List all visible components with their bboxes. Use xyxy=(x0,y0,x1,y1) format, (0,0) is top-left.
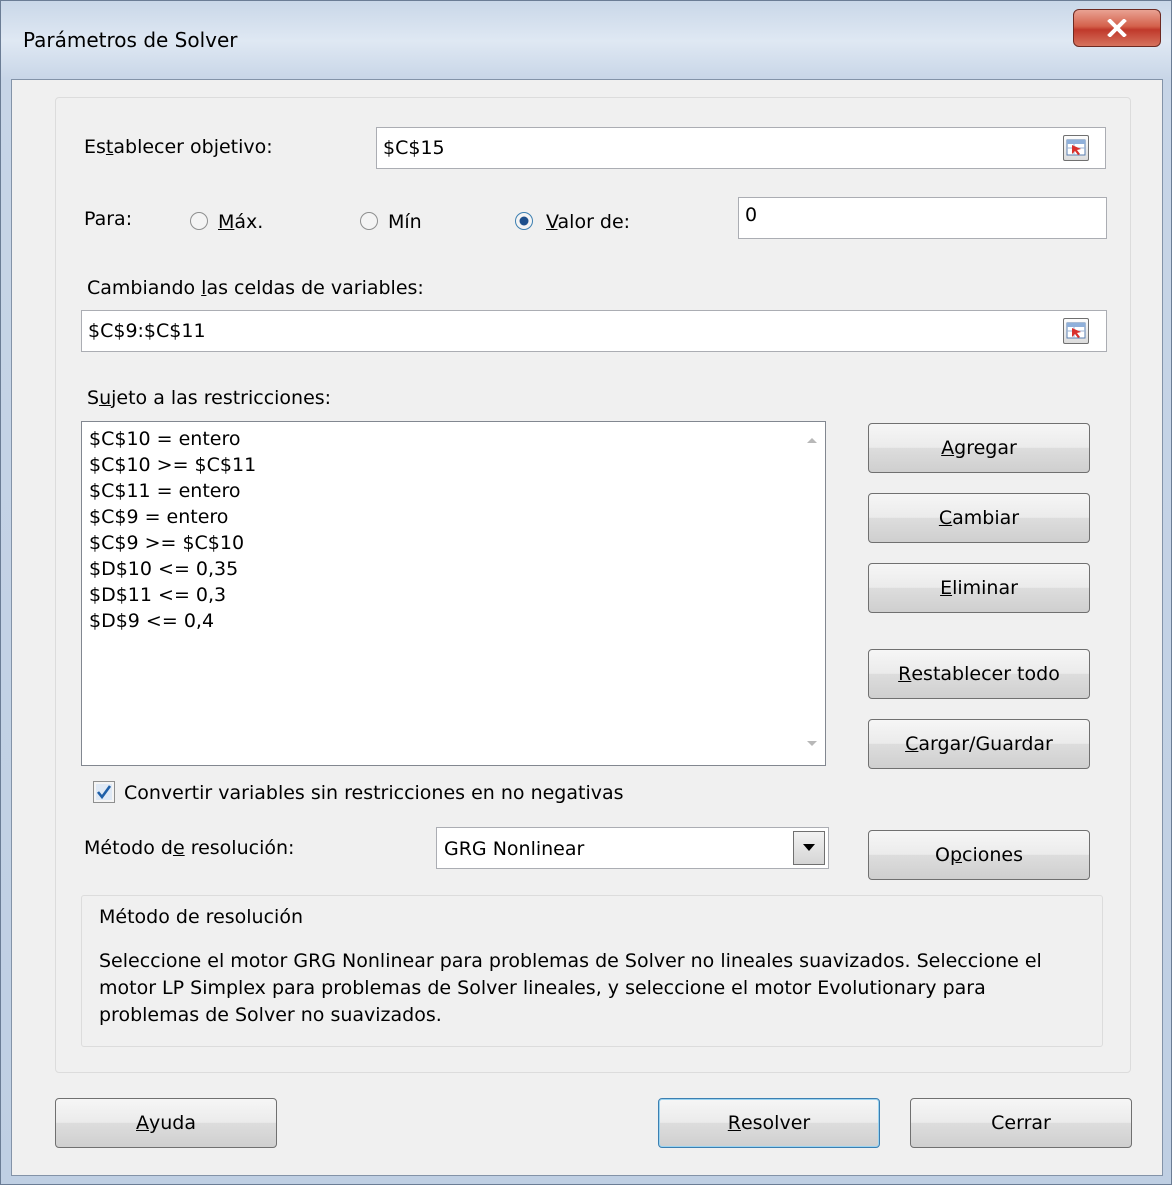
change-button-label: ambiar xyxy=(952,507,1020,529)
close-button[interactable]: Cerrar xyxy=(910,1098,1132,1148)
delete-button-key: E xyxy=(940,577,953,599)
list-item[interactable]: $C$9 >= $C$10 xyxy=(89,532,244,554)
objective-label: Establecer objetivo: xyxy=(84,136,273,158)
constraints-label: Sujeto a las restricciones: xyxy=(87,387,332,409)
delete-button-label: liminar xyxy=(952,577,1018,599)
radio-max[interactable] xyxy=(189,211,209,231)
constraints-listbox[interactable]: $C$10 = entero $C$10 >= $C$11 $C$11 = en… xyxy=(81,421,826,766)
solve-button-label: esolver xyxy=(740,1112,811,1134)
radio-min[interactable] xyxy=(359,211,379,231)
list-item[interactable]: $D$9 <= 0,4 xyxy=(89,610,214,632)
list-item[interactable]: $C$11 = entero xyxy=(89,480,241,502)
radio-value-of[interactable] xyxy=(514,211,534,231)
method-select[interactable]: GRG Nonlinear xyxy=(436,827,829,869)
constraints-scrollbar[interactable] xyxy=(799,422,825,765)
close-button-label: Cerrar xyxy=(991,1112,1051,1134)
value-of-value: 0 xyxy=(745,204,758,226)
help-button-label: yuda xyxy=(149,1112,196,1134)
nonnegative-checkbox[interactable] xyxy=(93,781,115,803)
scroll-up-icon[interactable] xyxy=(806,436,818,444)
options-button-label: ciones xyxy=(962,844,1023,866)
add-button[interactable]: Agregar xyxy=(868,423,1090,473)
para-label: Para: xyxy=(84,208,133,230)
load-button-key: C xyxy=(905,733,919,755)
range-select-icon xyxy=(1066,322,1086,339)
options-button[interactable]: Op ciones xyxy=(868,830,1090,880)
scroll-down-icon[interactable] xyxy=(806,740,818,748)
objective-input[interactable]: $C$15 xyxy=(376,127,1106,169)
change-button-key: C xyxy=(938,507,953,529)
reset-button-label: establecer todo xyxy=(911,663,1060,685)
reset-button-key: R xyxy=(898,663,912,685)
help-button[interactable]: Ayuda xyxy=(55,1098,277,1148)
method-dropdown-button[interactable] xyxy=(793,831,825,865)
value-of-input[interactable]: 0 xyxy=(738,197,1107,239)
objective-value: $C$15 xyxy=(383,137,445,159)
dialog-window: Parámetros de Solver Establecer objetivo… xyxy=(0,0,1172,1185)
title-bar[interactable]: Parámetros de Solver xyxy=(1,1,1172,79)
radio-max-label[interactable]: Máx. xyxy=(218,211,263,233)
list-item[interactable]: $C$10 = entero xyxy=(89,428,241,450)
list-item[interactable]: $C$10 >= $C$11 xyxy=(89,454,256,476)
list-item[interactable]: $D$11 <= 0,3 xyxy=(89,584,226,606)
method-info-box: Método de resolución Seleccione el motor… xyxy=(81,895,1103,1047)
nonnegative-label[interactable]: Convertir variables sin restricciones en… xyxy=(124,782,624,804)
method-selected-value: GRG Nonlinear xyxy=(444,838,585,860)
solve-button-key: R xyxy=(727,1112,741,1134)
radio-value-of-label[interactable]: Valor de: xyxy=(546,211,630,233)
variables-label: Cambiando las celdas de variables: xyxy=(87,277,424,299)
range-select-icon xyxy=(1066,139,1086,156)
close-window-button[interactable] xyxy=(1073,9,1161,47)
close-icon xyxy=(1107,19,1127,37)
load-button-label: argar/Guardar xyxy=(918,733,1053,755)
variables-value: $C$9:$C$11 xyxy=(88,320,206,342)
variables-range-button[interactable] xyxy=(1063,318,1089,344)
load-save-button[interactable]: Cargar/Guardar xyxy=(868,719,1090,769)
add-button-label: gregar xyxy=(954,437,1017,459)
list-item[interactable]: $D$10 <= 0,35 xyxy=(89,558,238,580)
radio-min-label[interactable]: Mín xyxy=(388,211,422,233)
options-button-pre: O xyxy=(934,844,950,866)
info-title: Método de resolución xyxy=(99,906,303,928)
method-label: Método de resolución: xyxy=(84,837,295,859)
reset-all-button[interactable]: Restablecer todo xyxy=(868,649,1090,699)
options-button-key: p xyxy=(949,844,963,866)
chevron-down-icon xyxy=(803,844,815,851)
list-item[interactable]: $C$9 = entero xyxy=(89,506,228,528)
help-button-key: A xyxy=(136,1112,149,1134)
window-title: Parámetros de Solver xyxy=(23,28,238,52)
change-button[interactable]: Cambiar xyxy=(868,493,1090,543)
objective-range-button[interactable] xyxy=(1063,135,1089,161)
add-button-key: A xyxy=(941,437,955,459)
delete-button[interactable]: Eliminar xyxy=(868,563,1090,613)
solve-button[interactable]: Resolver xyxy=(658,1098,880,1148)
variables-input[interactable]: $C$9:$C$11 xyxy=(81,310,1107,352)
info-body: Seleccione el motor GRG Nonlinear para p… xyxy=(99,950,1042,1026)
